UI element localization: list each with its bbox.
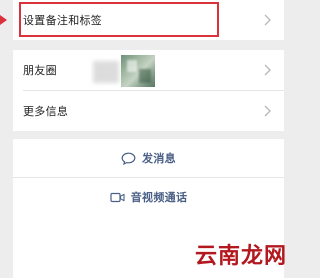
chat-bubble-icon — [121, 152, 136, 165]
moments-preview-images — [93, 55, 173, 87]
chevron-right-icon — [264, 64, 271, 76]
chevron-right-icon — [264, 14, 271, 26]
moments-thumbnail — [93, 61, 119, 83]
send-message-label: 发消息 — [142, 152, 176, 165]
watermark-logo: 云南龙网 — [194, 243, 287, 269]
chevron-right-icon — [264, 105, 271, 117]
highlight-annotation-box — [19, 2, 219, 37]
info-group: 朋友圈 更多信息 — [13, 50, 284, 131]
video-call-button[interactable]: 音视频通话 — [13, 178, 284, 216]
video-call-label: 音视频通话 — [130, 191, 188, 204]
moments-thumbnail — [121, 55, 155, 87]
row-moments-label: 朋友圈 — [23, 64, 57, 77]
send-message-button[interactable]: 发消息 — [13, 139, 284, 177]
contact-profile-panel: 设置备注和标签 朋友圈 更多信息 发消息 音视频通话 — [13, 0, 284, 278]
row-moments[interactable]: 朋友圈 — [13, 50, 284, 90]
row-more-info-label: 更多信息 — [23, 105, 69, 118]
row-more-info[interactable]: 更多信息 — [13, 91, 284, 131]
pointer-arrow-icon — [0, 15, 7, 25]
video-camera-icon — [110, 192, 125, 202]
